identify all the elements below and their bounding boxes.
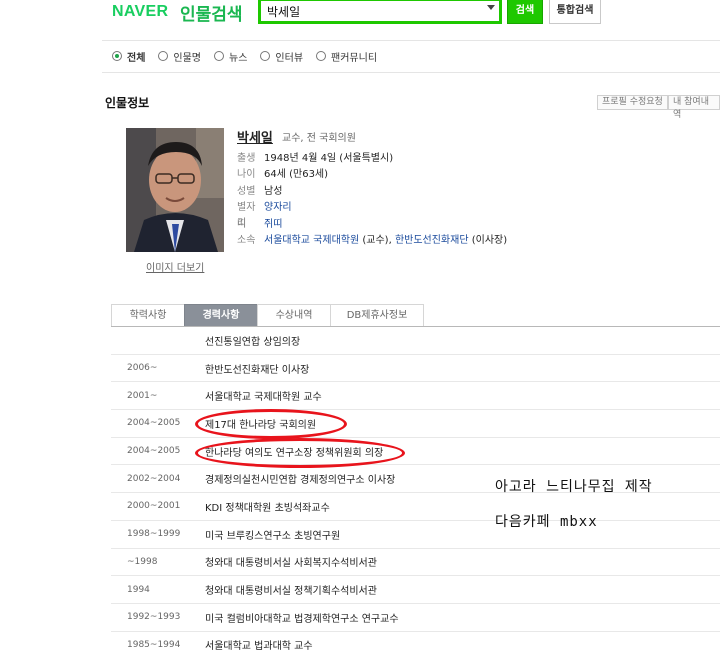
profile-row-zodiac: 별자리 양자리 — [237, 200, 507, 230]
filter-interview[interactable]: 인터뷰 — [260, 48, 303, 64]
header: NAVER 인물검색 검색 통합검색 — [0, 0, 720, 33]
profile-row-age: 나이 64세 (만63세) — [237, 167, 507, 183]
list-item: 2001~ 서울대학교 국제대학원 교수 — [111, 382, 720, 411]
row-value: 서울대학교 국제대학원 (교수), 한반도선진화재단 (이사장) — [264, 233, 507, 249]
affiliation-link-snu[interactable]: 서울대학교 국제대학원 — [264, 235, 359, 246]
watermark-line-2: 다음카페 mbxx — [495, 514, 598, 530]
radio-icon[interactable] — [214, 51, 225, 61]
dropdown-arrow-icon[interactable] — [487, 5, 495, 10]
affiliation-link-foundation[interactable]: 한반도선진화재단 — [395, 235, 469, 246]
filter-all[interactable]: 전체 — [112, 48, 145, 64]
career-desc: 서울대학교 법과대학 교수 — [205, 641, 313, 653]
service-title[interactable]: 인물검색 — [180, 0, 243, 25]
list-item: 1992~1993 미국 컬럼비아대학교 법경제학연구소 연구교수 — [111, 604, 720, 632]
row-key: 별자리 — [237, 202, 256, 230]
edit-request-button[interactable]: 프로필 수정요청 — [597, 95, 668, 110]
portrait-image — [126, 128, 224, 252]
career-year: 1992~1993 — [127, 612, 181, 623]
profile-row-affiliation: 소속 서울대학교 국제대학원 (교수), 한반도선진화재단 (이사장) — [237, 233, 507, 249]
list-item: 선진통일연합 상임의장 — [111, 327, 720, 355]
profile-tabs: 학력사항 경력사항 수상내역 DB제휴사정보 — [111, 304, 424, 326]
profile-details: 출생 1948년 4월 4일 (서울특별시) 나이 64세 (만63세) 성별 남성 … — [237, 151, 507, 249]
filter-label: 인물명 — [173, 52, 202, 64]
naver-logo[interactable]: NAVER — [112, 3, 168, 21]
profile-photo[interactable] — [126, 128, 224, 252]
radio-icon[interactable] — [112, 51, 122, 61]
radio-icon[interactable] — [158, 51, 169, 61]
radio-icon[interactable] — [260, 51, 271, 61]
career-desc: 미국 브루킹스연구소 초빙연구원 — [205, 530, 341, 542]
divider — [102, 72, 720, 73]
profile-name[interactable]: 박세일 — [237, 127, 273, 146]
career-desc: 서울대학교 국제대학원 교수 — [205, 392, 322, 404]
affiliation-text: (교수), — [359, 234, 395, 246]
list-item: 1985~1994 서울대학교 법과대학 교수 — [111, 632, 720, 653]
career-desc: 선진통일연합 상임의장 — [205, 336, 301, 348]
career-year: 1985~1994 — [127, 639, 181, 650]
row-value: 남성 — [264, 185, 283, 197]
total-search-button[interactable]: 통합검색 — [549, 0, 601, 24]
tab-awards[interactable]: 수상내역 — [257, 304, 331, 326]
section-title: 인물정보 — [105, 96, 150, 110]
profile-row-gender: 성별 남성 — [237, 184, 507, 200]
career-year: 2004~2005 — [127, 418, 181, 429]
search-box[interactable] — [258, 0, 502, 24]
filter-news[interactable]: 뉴스 — [214, 48, 247, 64]
affiliation-text: (이사장) — [468, 234, 508, 246]
filter-label: 뉴스 — [229, 52, 248, 64]
row-key: 소속 — [237, 234, 256, 246]
career-desc: 청와대 대통령비서실 사회복지수석비서관 — [205, 558, 377, 570]
career-year: 2000~2001 — [127, 501, 181, 512]
list-item: 1998~1999 미국 브루킹스연구소 초빙연구원 — [111, 521, 720, 549]
career-year: 2002~2004 — [127, 473, 181, 484]
search-button[interactable]: 검색 — [507, 0, 543, 24]
my-participation-button[interactable]: 내 참여내역 — [668, 95, 720, 120]
career-year: ~1998 — [127, 556, 158, 567]
profile-row-animal-year: 띠 쥐띠 — [237, 217, 507, 233]
radio-icon[interactable] — [316, 51, 327, 61]
filter-fan-community[interactable]: 팬커뮤니티 — [316, 48, 377, 64]
tab-career[interactable]: 경력사항 — [184, 304, 258, 326]
divider — [102, 40, 720, 41]
animal-year-link[interactable]: 쥐띠 — [264, 217, 282, 233]
profile-row-birth: 출생 1948년 4월 4일 (서울특별시) — [237, 151, 507, 167]
career-year: 1998~1999 — [127, 529, 181, 540]
filter-person[interactable]: 인물명 — [158, 48, 201, 64]
career-desc: 한반도선진화재단 이사장 — [205, 364, 310, 376]
watermark-line-1: 아고라 느티나무집 제작 — [495, 479, 653, 495]
row-value: 1948년 4월 4일 (서울특별시) — [264, 153, 394, 164]
tab-education[interactable]: 학력사항 — [111, 304, 185, 326]
row-key: 출생 — [237, 153, 256, 164]
highlight-ellipse — [195, 438, 405, 468]
list-item: 2006~ 한반도선진화재단 이사장 — [111, 355, 720, 383]
zodiac-link[interactable]: 양자리 — [264, 200, 292, 216]
highlight-ellipse — [195, 409, 347, 439]
list-item: 2000~2001 KDI 정책대학원 초빙석좌교수 — [111, 493, 720, 521]
career-year: 2006~ — [127, 363, 158, 374]
list-item: 1994 청와대 대통령비서실 정책기획수석비서관 — [111, 576, 720, 604]
list-item: ~1998 청와대 대통령비서실 사회복지수석비서관 — [111, 549, 720, 577]
career-desc: 경제정의실천시민연합 경제정의연구소 이사장 — [205, 475, 396, 487]
row-value: 64세 (만63세) — [264, 169, 329, 181]
career-year: 1994 — [127, 584, 150, 595]
career-desc: 미국 컬럼비아대학교 법경제학연구소 연구교수 — [205, 613, 399, 625]
career-desc: KDI 정책대학원 초빙석좌교수 — [205, 502, 330, 514]
filter-label: 전체 — [127, 52, 146, 64]
career-desc: 청와대 대통령비서실 정책기획수석비서관 — [205, 586, 377, 598]
career-year: 2001~ — [127, 390, 158, 401]
search-filters: 전체 인물명 뉴스 인터뷰 팬커뮤니티 — [112, 48, 390, 64]
filter-label: 인터뷰 — [275, 52, 304, 64]
row-key: 띠 — [237, 218, 247, 230]
row-key: 나이 — [237, 169, 256, 181]
filter-label: 팬커뮤니티 — [331, 52, 378, 64]
row-key: 성별 — [237, 185, 256, 197]
profile-title: 교수, 전 국회의원 — [282, 133, 356, 144]
tab-db-partner[interactable]: DB제휴사정보 — [330, 304, 424, 326]
image-more-link[interactable]: 이미지 더보기 — [146, 259, 204, 274]
search-input[interactable] — [267, 3, 477, 19]
career-year: 2004~2005 — [127, 446, 181, 457]
